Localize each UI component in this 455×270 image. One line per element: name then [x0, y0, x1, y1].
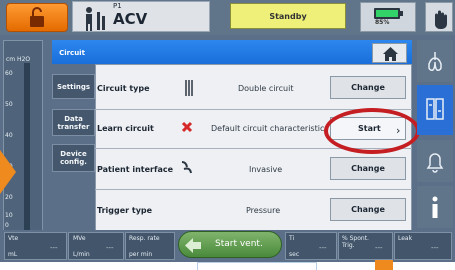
metric-label: % Spont. Trig.: [342, 235, 369, 249]
row-value-patient-interface: Invasive: [249, 165, 283, 174]
bell-icon: [426, 153, 444, 173]
circuit-icon: [185, 80, 193, 96]
tools-button[interactable]: [417, 85, 453, 135]
lock-icon: [30, 7, 44, 27]
panel-header: [52, 40, 412, 64]
change-patient-interface-button[interactable]: Change: [330, 157, 406, 180]
alarm-hand-icon: [435, 10, 447, 30]
highlight-box: [197, 262, 317, 270]
metric-value: ---: [106, 244, 114, 252]
pressure-tick: 0: [5, 222, 9, 229]
metric-value: ---: [431, 244, 439, 252]
lock-button[interactable]: [6, 3, 68, 32]
row-value-trigger-type: Pressure: [246, 206, 281, 215]
metric-value: ---: [375, 244, 383, 252]
metric-label: MVe: [73, 235, 86, 242]
metric-unit: sec: [289, 251, 300, 258]
lungs-button[interactable]: [417, 40, 453, 82]
start-arrow-icon: [185, 238, 201, 253]
metric-label: Vte: [8, 235, 19, 242]
pointer-arrow-icon: [0, 150, 16, 194]
metric-value: ---: [50, 244, 58, 252]
mode-preset-label: P1: [113, 2, 122, 10]
tab-device-config[interactable]: Device config.: [52, 144, 95, 172]
lungs-icon: [428, 52, 442, 71]
row-divider: [95, 189, 412, 190]
metric-label: Ti: [289, 235, 295, 242]
pressure-column: [24, 63, 30, 247]
highlight-ring: [324, 108, 420, 154]
patient-icon: [86, 7, 105, 31]
pressure-tick: 40: [5, 132, 13, 139]
info-button[interactable]: [417, 186, 453, 228]
pressure-unit: cm H2O: [6, 56, 31, 63]
patient-interface-icon: [181, 161, 192, 174]
home-button[interactable]: [372, 43, 407, 63]
row-label-learn-circuit: Learn circuit: [97, 124, 154, 133]
row-value-learn-circuit: Default circuit characteristics: [211, 124, 329, 133]
change-circuit-type-button[interactable]: Change: [330, 76, 406, 99]
metric-label: Resp. rate: [129, 235, 160, 242]
alarm-silence-button[interactable]: [425, 2, 453, 32]
row-value-circuit-type: Double circuit: [238, 84, 294, 93]
row-label-circuit-type: Circuit type: [97, 84, 150, 93]
tab-settings[interactable]: Settings: [52, 74, 95, 99]
mode-label: ACV: [113, 10, 148, 28]
metric-unit: per min: [129, 251, 153, 258]
error-x-icon: [181, 121, 193, 133]
row-label-patient-interface: Patient interface: [97, 165, 174, 174]
row-label-trigger-type: Trigger type: [97, 206, 153, 215]
pressure-tick: 20: [5, 194, 13, 201]
metric-unit: L/min: [73, 251, 90, 258]
metric-value: ---: [319, 244, 327, 252]
status-standby: Standby: [230, 3, 346, 29]
battery-indicator: [360, 2, 416, 32]
tab-data-transfer[interactable]: Data transfer: [52, 109, 95, 136]
pressure-tick: 10: [5, 212, 13, 219]
battery-percent: 85%: [375, 19, 390, 26]
metric-unit: mL: [8, 251, 18, 258]
change-trigger-type-button[interactable]: Change: [330, 198, 406, 221]
pressure-tick: 50: [5, 101, 13, 108]
start-ventilation-label: Start vent.: [215, 239, 263, 249]
settings-tool-icon: [426, 98, 444, 120]
metric-label: Leak: [398, 235, 413, 242]
alarms-button[interactable]: [417, 140, 453, 182]
ventilator-screen: P1 ACV Standby 85% cm H2O 60 50 40 30 20…: [0, 0, 455, 262]
pressure-tick: 60: [5, 70, 13, 77]
orange-marker: [375, 260, 393, 270]
home-icon: [383, 47, 398, 61]
info-icon: [432, 196, 438, 218]
tab-circuit[interactable]: Circuit: [53, 43, 91, 63]
